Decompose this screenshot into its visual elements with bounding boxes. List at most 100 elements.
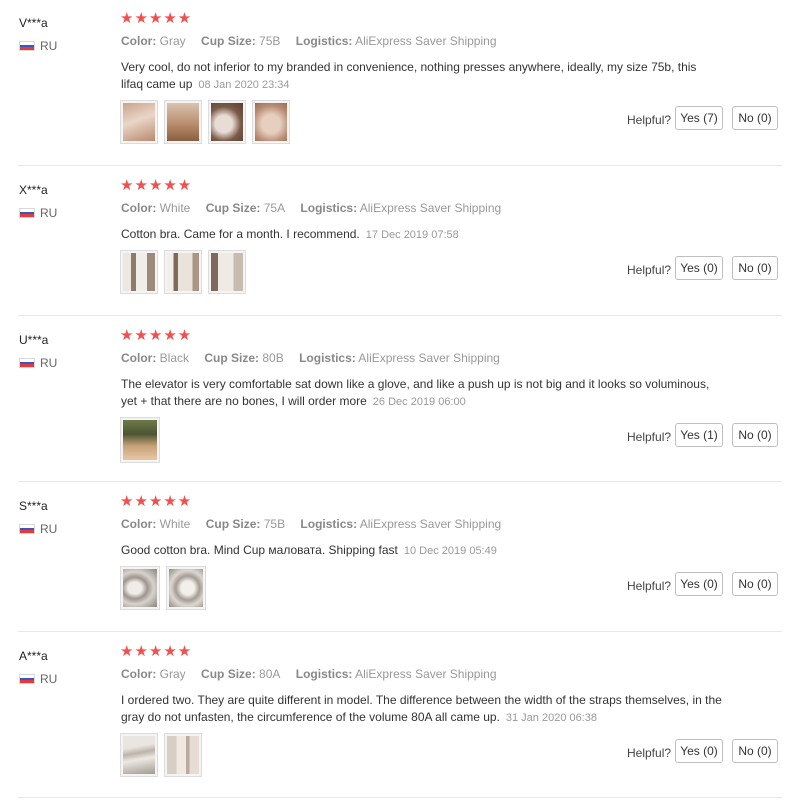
review-divider [18,481,782,482]
review-date: 08 Jan 2020 23:34 [198,79,290,91]
review-photo-thumbnail[interactable] [120,417,160,463]
review-date: 10 Dec 2019 05:49 [403,545,497,557]
logistics-label: Logistics: [295,34,353,48]
review-photos [120,417,160,463]
review-photo-thumbnail[interactable] [164,250,202,294]
review-photo-thumbnail[interactable] [164,733,202,777]
rating-stars-icon: ★★★★★ [120,643,193,660]
cup-size-value: 75A [263,201,286,215]
logistics-label: Logistics: [295,667,353,681]
review-photo-thumbnail[interactable] [208,250,246,294]
reviewer-name: X***a [19,183,48,197]
cup-size-value: 80A [259,667,281,681]
review-body: I ordered two. They are quite different … [121,693,722,724]
cup-size-label: Cup Size: [205,201,261,215]
order-attributes: Color: Black Cup Size: 80B Logistics: Al… [121,351,512,365]
russia-flag-icon [19,674,35,684]
logistics-label: Logistics: [299,351,356,365]
review-photos [120,250,246,294]
cup-size-label: Cup Size: [201,34,256,48]
review-text: Cotton bra. Came for a month. I recommen… [121,226,721,244]
review-text: The elevator is very comfortable sat dow… [121,376,711,411]
review-text: Very cool, do not inferior to my branded… [121,59,721,94]
russia-flag-icon [19,524,35,534]
logistics-value: AliExpress Saver Shipping [359,517,502,531]
logistics-label: Logistics: [300,517,358,531]
review-photos [120,733,202,777]
logistics-value: AliExpress Saver Shipping [358,351,500,365]
country-code: RU [40,522,58,536]
helpful-label: Helpful? [627,263,672,277]
cup-size-label: Cup Size: [205,517,261,531]
review-photo-thumbnail[interactable] [164,100,202,144]
review-body: Cotton bra. Came for a month. I recommen… [121,227,360,241]
reviewer-country: RU [19,672,58,686]
reviews-page: V***a RU ★★★★★ Color: Gray Cup Size: 75B… [0,0,800,800]
review-text: Good cotton bra. Mind Cup маловата. Ship… [121,542,721,560]
helpful-yes-button[interactable]: Yes (0) [675,256,723,280]
country-code: RU [40,39,58,53]
helpful-yes-button[interactable]: Yes (1) [675,423,723,447]
review-divider [18,165,782,166]
review-photos [120,566,206,610]
cup-size-label: Cup Size: [201,667,256,681]
order-attributes: Color: Gray Cup Size: 75B Logistics: Ali… [121,34,509,48]
helpful-no-button[interactable]: No (0) [732,572,778,596]
helpful-no-button[interactable]: No (0) [732,423,778,447]
review-photo-thumbnail[interactable] [208,100,246,144]
helpful-yes-button[interactable]: Yes (0) [675,572,723,596]
helpful-no-button[interactable]: No (0) [732,739,778,763]
color-label: Color: [121,201,157,215]
color-value: Gray [159,667,186,681]
review-photo-thumbnail[interactable] [120,733,158,777]
logistics-label: Logistics: [300,201,358,215]
rating-stars-icon: ★★★★★ [120,493,193,510]
helpful-label: Helpful? [627,746,672,760]
russia-flag-icon [19,208,35,218]
color-value: White [159,517,191,531]
reviewer-name: A***a [19,649,48,663]
russia-flag-icon [19,41,35,51]
reviewer-country: RU [19,356,58,370]
reviewer-name: S***a [19,499,48,513]
color-label: Color: [121,667,157,681]
country-code: RU [40,356,58,370]
color-label: Color: [121,517,157,531]
review-photo-thumbnail[interactable] [166,566,206,610]
russia-flag-icon [19,358,35,368]
logistics-value: AliExpress Saver Shipping [359,201,502,215]
color-value: White [159,201,191,215]
review-photo-thumbnail[interactable] [252,100,290,144]
review-photo-thumbnail[interactable] [120,566,160,610]
cup-size-value: 75B [259,34,281,48]
helpful-yes-button[interactable]: Yes (7) [675,106,723,130]
cup-size-label: Cup Size: [204,351,260,365]
helpful-label: Helpful? [627,430,672,444]
cup-size-value: 80B [262,351,284,365]
reviewer-country: RU [19,39,58,53]
helpful-label: Helpful? [627,579,672,593]
review-divider [18,315,782,316]
helpful-no-button[interactable]: No (0) [732,106,778,130]
review-date: 17 Dec 2019 07:58 [365,229,459,241]
review-photo-thumbnail[interactable] [120,250,158,294]
helpful-no-button[interactable]: No (0) [732,256,778,280]
logistics-value: AliExpress Saver Shipping [355,34,497,48]
reviewer-country: RU [19,206,58,220]
cup-size-value: 75B [263,517,286,531]
rating-stars-icon: ★★★★★ [120,10,193,27]
review-divider [18,797,782,798]
helpful-label: Helpful? [627,113,672,127]
order-attributes: Color: Gray Cup Size: 80A Logistics: Ali… [121,667,509,681]
reviewer-name: V***a [19,16,48,30]
reviewer-name: U***a [19,333,49,347]
review-photo-thumbnail[interactable] [120,100,158,144]
country-code: RU [40,672,58,686]
helpful-yes-button[interactable]: Yes (0) [675,739,723,763]
country-code: RU [40,206,58,220]
order-attributes: Color: White Cup Size: 75A Logistics: Al… [121,201,513,215]
review-date: 31 Jan 2020 06:38 [505,712,598,724]
order-attributes: Color: White Cup Size: 75B Logistics: Al… [121,517,513,531]
review-body: Good cotton bra. Mind Cup маловата. Ship… [121,543,398,557]
logistics-value: AliExpress Saver Shipping [355,667,497,681]
